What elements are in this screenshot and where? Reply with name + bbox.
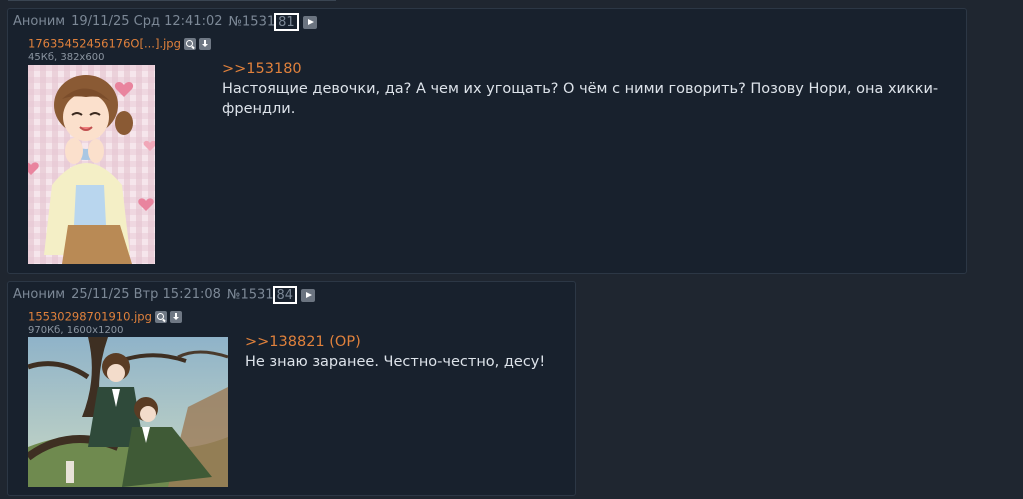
post-text: Настоящие девочки, да? А чем их угощать?… <box>222 81 939 117</box>
post-header: Аноним 19/11/25 Срд 12:41:02 №1531 81 <box>13 13 317 31</box>
post-date: 25/11/25 <box>71 287 130 302</box>
post-body: >>153180 Настоящие девочки, да? А чем их… <box>222 59 952 119</box>
post-image-thumbnail[interactable] <box>28 65 155 264</box>
post-number[interactable]: №1531 84 <box>227 286 298 304</box>
file-line: 17635452456176O[...].jpg <box>28 36 211 51</box>
post-author: Аноним <box>13 287 66 302</box>
post-number-prefix[interactable]: №1531 <box>229 14 276 29</box>
post-time: 15:21:08 <box>162 287 221 302</box>
file-line: 15530298701910.jpg <box>28 309 182 324</box>
post-number-prefix[interactable]: №1531 <box>227 287 274 302</box>
post-153184: Аноним 25/11/25 Втр 15:21:08 №1531 84 15530… <box>7 281 576 496</box>
play-icon[interactable] <box>301 288 316 302</box>
post-number-highlight[interactable]: 84 <box>272 286 298 304</box>
download-icon[interactable] <box>169 310 182 323</box>
post-number-highlight[interactable]: 81 <box>274 13 299 31</box>
post-header: Аноним 25/11/25 Втр 15:21:08 №1531 84 <box>13 286 316 304</box>
download-icon[interactable] <box>198 37 211 50</box>
play-icon[interactable] <box>302 15 317 29</box>
file-meta: 45Кб, 382x600 <box>28 52 105 63</box>
divider <box>8 0 336 1</box>
reply-link[interactable]: >>138821 (OP) <box>245 332 570 352</box>
file-link[interactable]: 15530298701910.jpg <box>28 310 152 324</box>
post-body: >>138821 (OP) Не знаю заранее. Честно-че… <box>245 332 570 372</box>
file-link[interactable]: 17635452456176O[...].jpg <box>28 37 181 51</box>
thumbnail-image <box>28 337 228 487</box>
post-number[interactable]: №1531 81 <box>229 13 299 31</box>
post-author: Аноним <box>13 14 66 29</box>
thumbnail-image <box>28 65 155 264</box>
post-153181: Аноним 19/11/25 Срд 12:41:02 №1531 81 17635… <box>7 8 967 274</box>
post-image-thumbnail[interactable] <box>28 337 228 487</box>
reply-link[interactable]: >>153180 <box>222 59 952 79</box>
post-time: 12:41:02 <box>164 14 223 29</box>
search-icon[interactable] <box>154 310 167 323</box>
post-date: 19/11/25 <box>71 14 130 29</box>
post-weekday: Срд <box>133 14 160 29</box>
post-text: Не знаю заранее. Честно-честно, десу! <box>245 354 546 370</box>
post-weekday: Втр <box>133 287 159 302</box>
search-icon[interactable] <box>183 37 196 50</box>
file-meta: 970Кб, 1600x1200 <box>28 325 124 336</box>
